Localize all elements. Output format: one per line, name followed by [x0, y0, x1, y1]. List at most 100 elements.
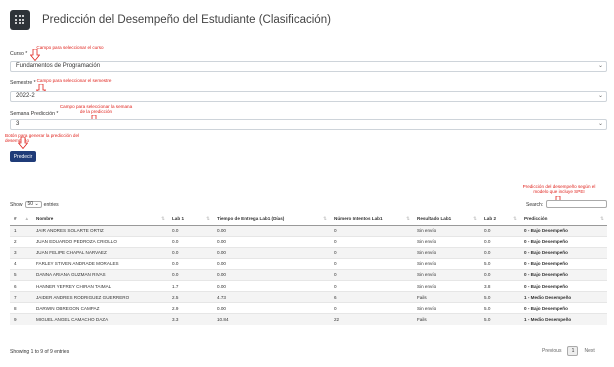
table-cell: 4.73	[213, 291, 330, 303]
table-cell: 0.00	[213, 279, 330, 292]
arrow-down-icon	[18, 137, 28, 149]
entries-select[interactable]: 50 ⌄	[24, 201, 42, 208]
table-cell: JUAN FELIPE CHAPAL NARVAEZ	[32, 246, 168, 259]
chevron-down-icon: ⌄	[597, 121, 603, 127]
table-cell: 1	[10, 224, 32, 237]
table-cell: 0.00	[213, 235, 330, 248]
column-header-label: Número Intentos Lab1	[334, 215, 383, 221]
table-cell: 5.0	[480, 291, 520, 303]
table-row: 8 DARWIN OBREGON CAMPAZ 2.9 0.00 0 Sin envío 5…	[10, 302, 607, 314]
table-cell: 0 - Bajo Desempeño	[520, 235, 607, 248]
table-cell: Fails	[413, 291, 480, 303]
column-header[interactable]: Lab 1 ⇅	[168, 212, 213, 226]
pagination: Previous 1 Next	[542, 346, 595, 356]
table-cell: JAIDER ANDRES RODRIGUEZ GUERRERO	[32, 291, 168, 303]
table-cell: 3.3	[168, 313, 213, 325]
table-cell: 0.00	[213, 257, 330, 270]
column-header[interactable]: Número Intentos Lab1 ⇅	[330, 212, 413, 226]
semana-label: Semana Predicción *	[10, 111, 59, 117]
curso-value: Fundamentos de Programación	[16, 63, 101, 69]
semana-value: 3	[16, 121, 20, 127]
table-cell: 0 - Bajo Desempeño	[520, 257, 607, 270]
table-header-row: # ▲ Nombre ⇅ Lab 1 ⇅ Tiempo de Entrega Lab1 (D…	[10, 212, 607, 226]
table-cell: Sin envío	[413, 279, 480, 292]
table-cell: 3	[10, 246, 32, 259]
column-header-label: Resultado Lab1	[417, 215, 452, 221]
column-header[interactable]: Resultado Lab1 ⇅	[413, 212, 480, 226]
column-header[interactable]: Tiempo de Entrega Lab1 (Días) ⇅	[213, 212, 330, 226]
table-row: 5 DANNA ARIANA GUZMAN RIVAS 0.0 0.00 0 Sin en…	[10, 268, 607, 281]
chevron-down-icon: ⌄	[597, 93, 603, 99]
page-1-button[interactable]: 1	[567, 346, 579, 356]
predict-button[interactable]: Predecir	[10, 151, 36, 162]
table-cell: 0.0	[480, 224, 520, 237]
sort-icon: ⇅	[600, 216, 604, 221]
table-cell: 10.84	[213, 313, 330, 325]
table-cell: 0.0	[168, 224, 213, 237]
table-cell: 3.8	[480, 279, 520, 292]
annotation-semana: Campo para seleccionar la semana de la p…	[56, 104, 136, 114]
table-cell: 0 - Bajo Desempeño	[520, 224, 607, 237]
table-cell: 2.5	[168, 291, 213, 303]
table-cell: 0.0	[168, 268, 213, 281]
annotation-semestre: Campo para seleccionar el semestre	[36, 78, 112, 83]
table-cell: Sin envío	[413, 224, 480, 237]
table-cell: 0.00	[213, 246, 330, 259]
table-row: 4 FARLEY STIVEN ANDRADE MORALES 0.0 0.00 0 Si…	[10, 257, 607, 270]
table-cell: 5.0	[480, 302, 520, 314]
entries-value: 50	[27, 201, 34, 207]
table-cell: 2.9	[168, 302, 213, 314]
page-header: Predicción del Desempeño del Estudiante …	[10, 10, 331, 30]
semestre-select[interactable]: 2022-2 ⌄	[10, 91, 607, 102]
table-cell: 0.00	[213, 302, 330, 314]
show-label: Show	[10, 201, 23, 208]
table-cell: 0	[330, 268, 413, 281]
table-cell: 4	[10, 257, 32, 270]
sort-icon: ⇅	[473, 216, 477, 221]
table-cell: 0	[330, 279, 413, 292]
table-cell: 0.00	[213, 224, 330, 237]
annotation-semana-line2: de la predicción	[79, 109, 113, 114]
chevron-down-icon: ⌄	[597, 63, 603, 69]
column-header[interactable]: Predicción ⇅	[520, 212, 607, 226]
column-header[interactable]: Lab 2 ⇅	[480, 212, 520, 226]
table-cell: 1 - Medio Desempeño	[520, 313, 607, 325]
table-row: 2 JUAN EDUARDO PEDROZA CRIOLLO 0.0 0.00 0 Sin…	[10, 235, 607, 248]
table-body: 1 JAIR ANDRES SOLARTE ORTIZ 0.0 0.00 0 Sin en…	[10, 224, 607, 325]
entries-label: entries	[43, 201, 59, 208]
previous-button[interactable]: Previous	[542, 348, 561, 354]
table-cell: 0	[330, 246, 413, 259]
column-header-label: #	[14, 215, 17, 221]
column-header[interactable]: Nombre ⇅	[32, 212, 168, 226]
table-cell: 0 - Bajo Desempeño	[520, 279, 607, 292]
table-row: 7 JAIDER ANDRES RODRIGUEZ GUERRERO 2.5 4.73…	[10, 291, 607, 303]
show-entries: Show 50 ⌄ entries	[10, 201, 59, 208]
table-cell: 2	[10, 235, 32, 248]
table-cell: 9	[10, 313, 32, 325]
semana-select[interactable]: 3 ⌄	[10, 119, 607, 130]
table-cell: 0.00	[213, 268, 330, 281]
table-info: Showing 1 to 9 of 9 entries	[10, 349, 70, 355]
table-cell: DARWIN OBREGON CAMPAZ	[32, 302, 168, 314]
table-cell: 7	[10, 291, 32, 303]
table-cell: Sin envío	[413, 257, 480, 270]
table-cell: 0 - Bajo Desempeño	[520, 246, 607, 259]
sort-icon: ⇅	[406, 216, 410, 221]
annotation-boton: Botón para generar la predicción del des…	[5, 133, 80, 143]
table-cell: FARLEY STIVEN ANDRADE MORALES	[32, 257, 168, 270]
sort-icon: ⇅	[206, 216, 210, 221]
table-cell: DANNA ARIANA GUZMAN RIVAS	[32, 268, 168, 281]
annotation-curso: Campo para seleccionar el curso	[36, 45, 104, 50]
next-button[interactable]: Next	[584, 348, 594, 354]
table-cell: 8	[10, 302, 32, 314]
table-cell: 0	[330, 224, 413, 237]
table-row: 9 MIGUEL ANGEL CAMACHO DAZA 3.3 10.84 22 Fail…	[10, 313, 607, 325]
sort-icon: ⇅	[161, 216, 165, 221]
sort-icon: ⇅	[323, 216, 327, 221]
curso-select[interactable]: Fundamentos de Programación ⌄	[10, 61, 607, 72]
table-cell: MIGUEL ANGEL CAMACHO DAZA	[32, 313, 168, 325]
search-input[interactable]	[546, 200, 607, 208]
table-row: 1 JAIR ANDRES SOLARTE ORTIZ 0.0 0.00 0 Sin en…	[10, 224, 607, 237]
column-header[interactable]: # ▲	[10, 212, 32, 226]
table-cell: Sin envío	[413, 302, 480, 314]
